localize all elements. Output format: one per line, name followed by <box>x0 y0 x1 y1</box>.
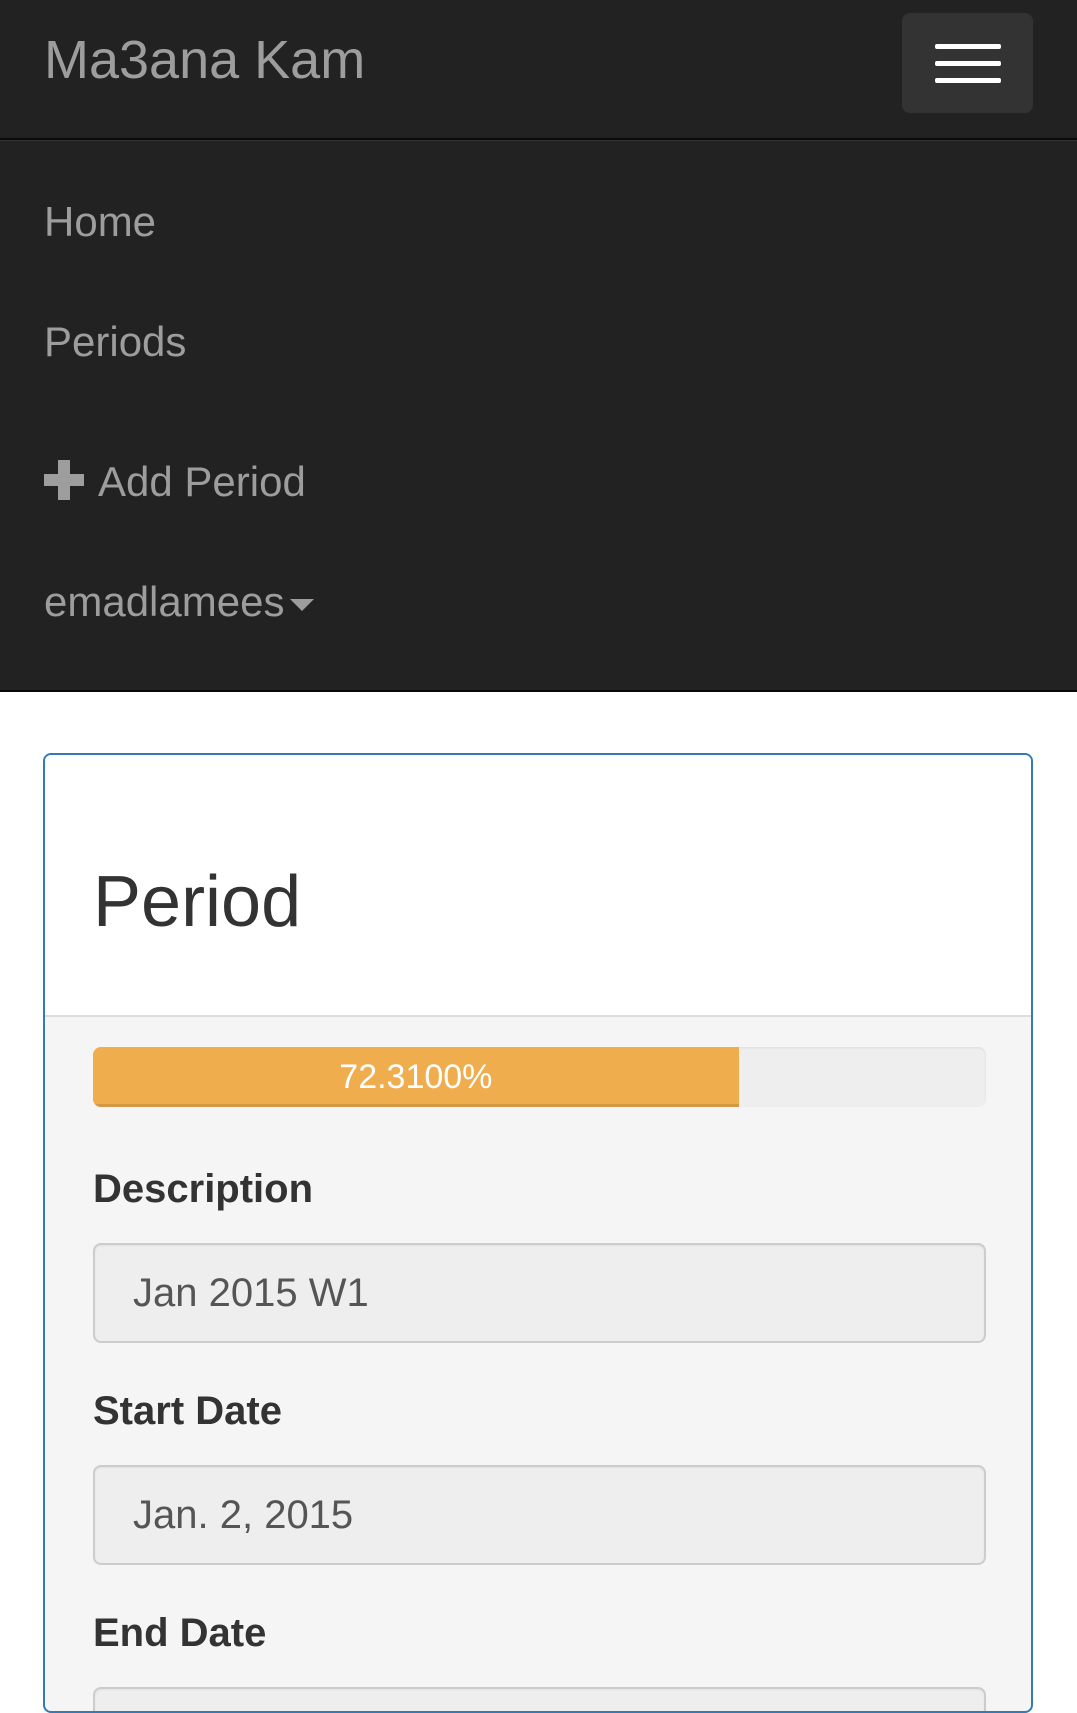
nav-item-home[interactable]: Home <box>44 198 156 246</box>
navbar-header: Ma3ana Kam <box>0 0 1077 140</box>
nav-item-user-dropdown[interactable]: emadlamees <box>44 578 315 626</box>
caret-down-icon <box>290 598 315 611</box>
start-date-label: Start Date <box>93 1389 282 1433</box>
end-date-field[interactable] <box>93 1687 986 1711</box>
start-date-field[interactable]: Jan. 2, 2015 <box>93 1465 986 1565</box>
nav-item-label: Add Period <box>98 458 306 505</box>
brand-link[interactable]: Ma3ana Kam <box>44 30 365 90</box>
navbar: Ma3ana Kam Home Periods Add Period emadl… <box>0 0 1077 692</box>
description-field[interactable]: Jan 2015 W1 <box>93 1243 986 1343</box>
description-label: Description <box>93 1167 314 1211</box>
panel-heading: Period <box>45 755 1031 1017</box>
nav-item-label: emadlamees <box>44 578 285 625</box>
nav-item-label: Home <box>44 198 157 245</box>
description-value: Jan 2015 W1 <box>133 1271 369 1315</box>
page-title: Period <box>93 862 302 942</box>
menu-toggle-button[interactable] <box>902 13 1033 113</box>
end-date-label: End Date <box>93 1611 267 1655</box>
nav-item-add-period[interactable]: Add Period <box>44 458 306 506</box>
nav-item-periods[interactable]: Periods <box>44 318 186 366</box>
progress-label: 72.3100% <box>339 1058 493 1096</box>
progress-bar: 72.3100% <box>93 1047 739 1107</box>
plus-icon <box>44 460 84 500</box>
start-date-value: Jan. 2, 2015 <box>133 1493 354 1537</box>
nav-item-label: Periods <box>44 318 187 365</box>
progress-track: 72.3100% <box>93 1047 986 1107</box>
period-panel: Period 72.3100% Description Jan 2015 W1 … <box>43 753 1033 1713</box>
